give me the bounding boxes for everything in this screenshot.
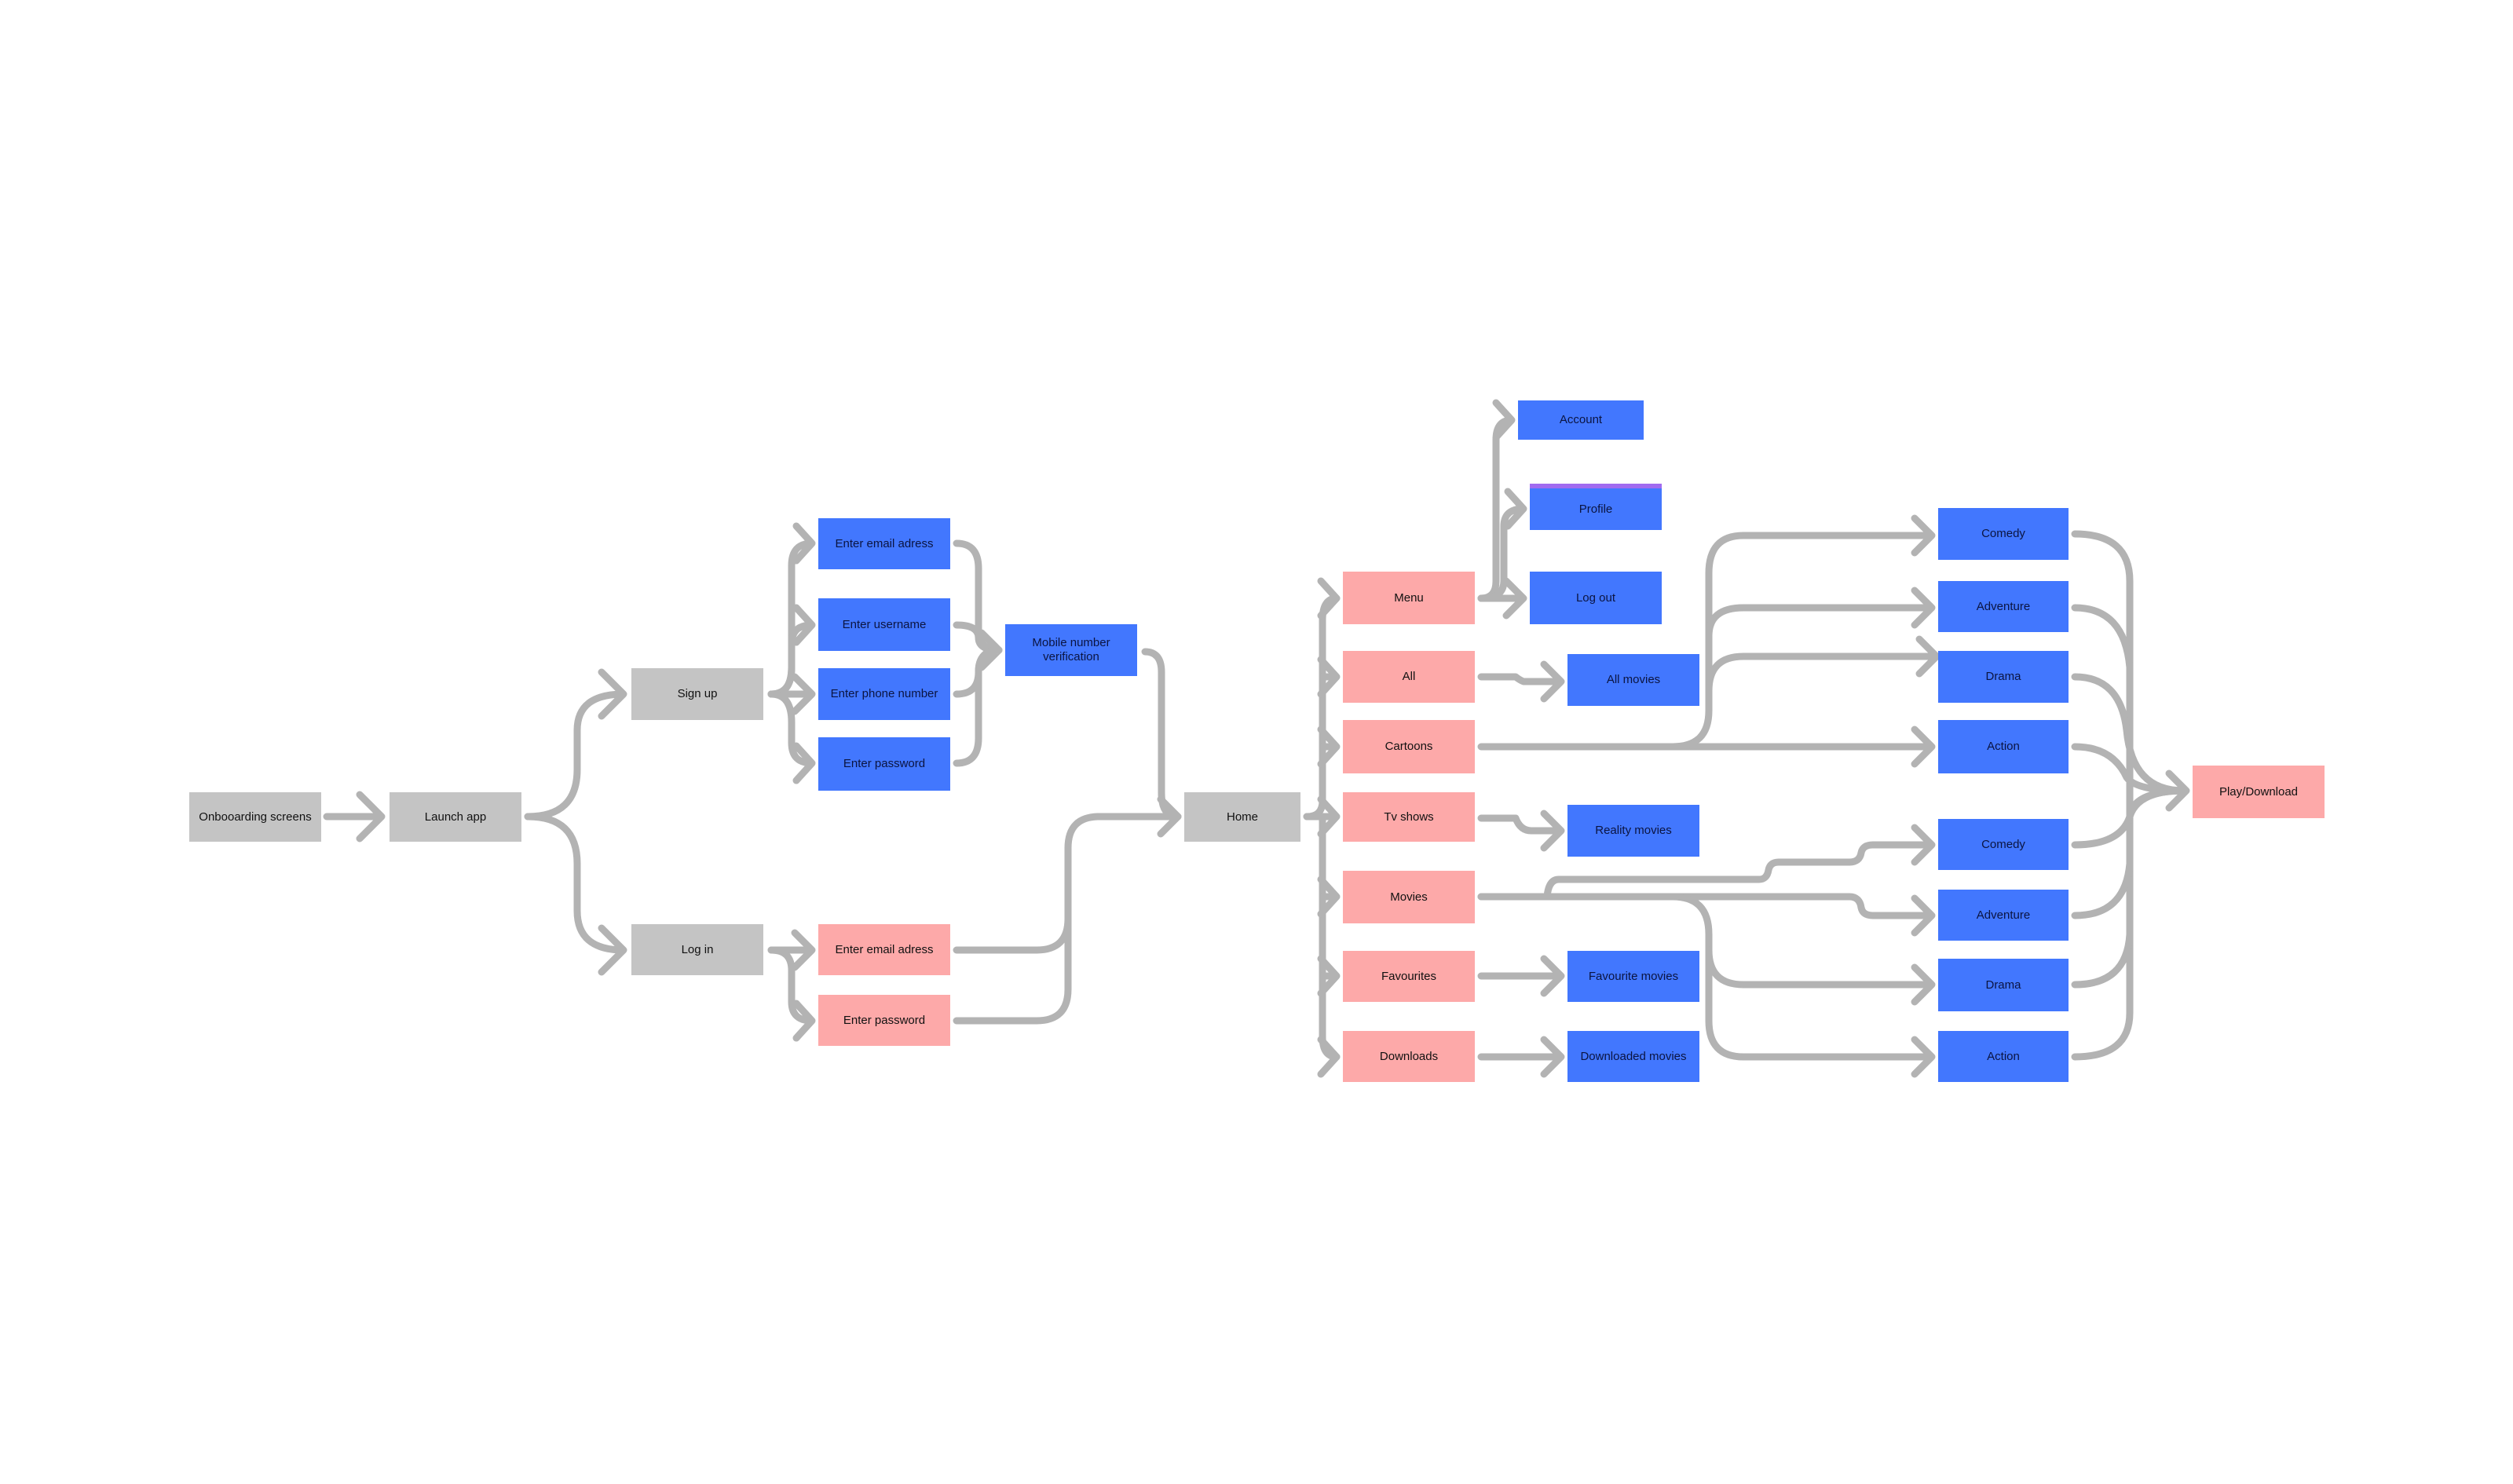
node-profile[interactable]: Profile (1530, 484, 1662, 530)
connector-launch-login (524, 813, 627, 976)
node-label: Favourites (1381, 969, 1437, 983)
node-home[interactable]: Home (1184, 792, 1300, 842)
flow-diagram-canvas: Onbooarding screens Launch app Sign up L… (0, 0, 2513, 1484)
node-movie-comedy[interactable]: Comedy (1938, 819, 2069, 870)
node-launch-app[interactable]: Launch app (390, 792, 521, 842)
connector-mobile-home (1141, 648, 1182, 838)
node-signup-username[interactable]: Enter username (818, 598, 950, 651)
node-label: Action (1987, 740, 2020, 753)
connector-adventure2-play (2071, 860, 2134, 919)
node-label: Movies (1390, 890, 1428, 904)
node-label: Account (1559, 413, 1603, 426)
node-signup-password[interactable]: Enter password (818, 737, 950, 791)
node-label: Enter username (842, 617, 927, 631)
connector-drama2-play (2071, 930, 2134, 989)
node-label: Launch app (424, 810, 487, 824)
node-downloaded-movies[interactable]: Downloaded movies (1567, 1031, 1699, 1082)
node-label: All movies (1606, 673, 1661, 686)
node-label: Play/Download (2219, 784, 2299, 799)
node-label: Enter password (843, 1013, 926, 1027)
node-tv-shows[interactable]: Tv shows (1343, 792, 1475, 842)
node-login-password[interactable]: Enter password (818, 995, 950, 1046)
connector-loginpassword-home (953, 844, 1072, 1025)
node-cartoon-action[interactable]: Action (1938, 720, 2069, 773)
connector-onboarding-launch (323, 791, 386, 843)
connector-signup-password (767, 690, 816, 784)
node-label: Profile (1578, 502, 1613, 516)
node-movie-drama[interactable]: Drama (1938, 959, 2069, 1011)
connector-home-favourites (1317, 955, 1341, 997)
node-all-movies[interactable]: All movies (1567, 654, 1699, 706)
connector-movies-action (1705, 946, 1936, 1078)
connector-home-tvshows (1303, 795, 1341, 838)
connector-cartoons-adventure (1705, 587, 1936, 687)
node-label: Comedy (1981, 837, 2025, 851)
connector-movies-comedy (1477, 824, 1936, 901)
connector-menu-profile (1477, 488, 1527, 602)
connector-home-movies (1317, 875, 1341, 918)
node-label: Downloads (1379, 1049, 1439, 1063)
node-all[interactable]: All (1343, 651, 1475, 703)
node-label: Favourite movies (1588, 969, 1679, 983)
node-label: Mobile number verification (1032, 636, 1110, 663)
node-cartoon-comedy[interactable]: Comedy (1938, 508, 2069, 560)
node-label: Drama (1985, 670, 2021, 683)
node-label: Onbooarding screens (199, 810, 312, 824)
node-label: Comedy (1981, 527, 2025, 540)
node-signup-email[interactable]: Enter email adress (818, 518, 950, 569)
node-label: All (1402, 670, 1416, 683)
node-label: Adventure (1976, 599, 2031, 613)
node-label: Enter password (843, 757, 926, 770)
node-reality-movies[interactable]: Reality movies (1567, 805, 1699, 857)
node-label: Tv shows (1384, 810, 1434, 824)
node-play-download[interactable]: Play/Download (2193, 766, 2325, 818)
connector-password-mobile (953, 629, 1003, 767)
node-label: Menu (1394, 590, 1424, 605)
node-label: Enter phone number (830, 687, 938, 700)
node-menu[interactable]: Menu (1343, 572, 1475, 624)
node-label: Drama (1985, 978, 2021, 992)
connector-login-password (767, 946, 816, 1042)
connector-play-arrow (2126, 769, 2190, 821)
connector-downloads-dlmovies (1477, 1036, 1565, 1078)
node-favourites[interactable]: Favourites (1343, 951, 1475, 1002)
node-sign-up[interactable]: Sign up (631, 668, 763, 720)
connector-layer (323, 399, 2190, 1078)
node-label: Reality movies (1595, 824, 1672, 837)
node-login-email[interactable]: Enter email adress (818, 924, 950, 975)
node-label: Home (1226, 810, 1258, 824)
connector-home-cartoons (1317, 726, 1341, 768)
node-label: Downloaded movies (1580, 1049, 1687, 1063)
node-favourite-movies[interactable]: Favourite movies (1567, 951, 1699, 1002)
node-log-out[interactable]: Log out (1530, 572, 1662, 624)
node-signup-phone[interactable]: Enter phone number (818, 668, 950, 720)
node-movie-adventure[interactable]: Adventure (1938, 890, 2069, 941)
node-label: Cartoons (1385, 740, 1433, 753)
node-mobile-verification[interactable]: Mobile number verification (1005, 624, 1137, 676)
connector-all-allmovies (1477, 660, 1565, 703)
node-cartoon-adventure[interactable]: Adventure (1938, 581, 2069, 632)
node-label: Log in (681, 942, 714, 956)
connector-adventure1-play (2071, 604, 2134, 671)
node-onboarding[interactable]: Onbooarding screens (189, 792, 321, 842)
node-cartoons[interactable]: Cartoons (1343, 720, 1475, 773)
node-cartoon-drama[interactable]: Drama (1938, 651, 2069, 703)
connector-favourites-favmovies (1477, 955, 1565, 997)
node-movie-action[interactable]: Action (1938, 1031, 2069, 1082)
node-downloads[interactable]: Downloads (1343, 1031, 1475, 1082)
connector-tvshows-reality (1477, 810, 1565, 852)
node-log-in[interactable]: Log in (631, 924, 763, 975)
node-label: Log out (1575, 590, 1616, 605)
connector-launch-signup (524, 668, 627, 821)
connector-cartoons-drama (1705, 635, 1941, 695)
connector-home-all (1317, 656, 1341, 698)
node-label: Enter email adress (835, 942, 934, 956)
node-movies[interactable]: Movies (1343, 871, 1475, 923)
node-label: Action (1987, 1049, 2020, 1063)
node-label: Sign up (677, 687, 718, 700)
node-label: Adventure (1976, 908, 2031, 922)
node-account[interactable]: Account (1518, 400, 1644, 440)
node-label: Enter email adress (835, 536, 934, 550)
